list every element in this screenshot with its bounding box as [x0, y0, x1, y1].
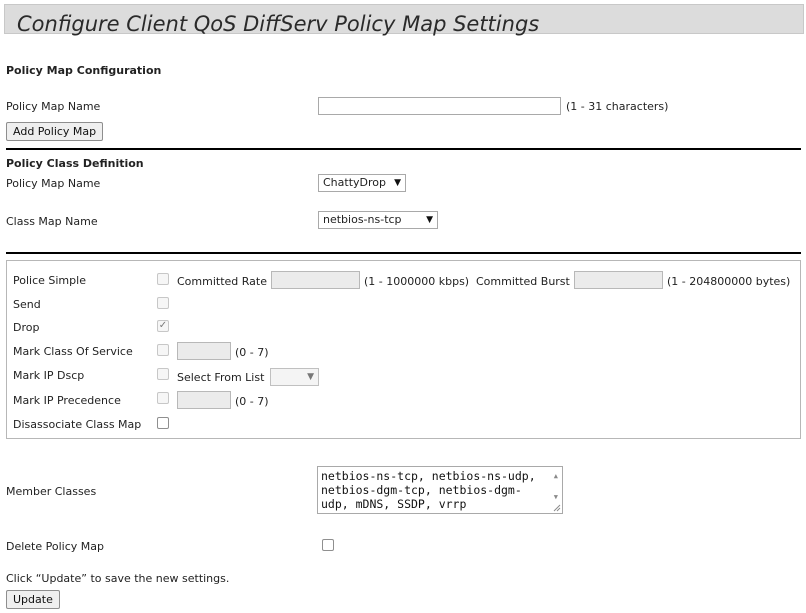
- mark-cos-label: Mark Class Of Service: [13, 345, 133, 358]
- mark-ip-precedence-checkbox[interactable]: [157, 392, 169, 404]
- committed-rate-input[interactable]: [271, 271, 360, 289]
- send-label: Send: [13, 298, 41, 311]
- committed-rate-hint: (1 - 1000000 kbps): [364, 275, 470, 288]
- checkmark-icon: ✓: [158, 320, 168, 331]
- scroll-down-icon[interactable]: ▼: [554, 490, 558, 504]
- add-policy-map-button[interactable]: Add Policy Map: [6, 122, 104, 141]
- police-simple-checkbox[interactable]: [157, 273, 169, 285]
- scroll-up-icon[interactable]: ▲: [554, 469, 558, 483]
- policy-map-name-hint: (1 - 31 characters): [566, 100, 669, 113]
- member-classes-value: netbios-ns-tcp, netbios-ns-udp, netbios-…: [321, 469, 536, 511]
- committed-burst-input[interactable]: [574, 271, 663, 289]
- committed-rate-label: Committed Rate: [177, 275, 267, 288]
- class-map-name-select[interactable]: netbios-ns-tcp ▼: [318, 211, 438, 229]
- policy-map-name-select[interactable]: ChattyDrop ▼: [318, 174, 406, 192]
- chevron-down-icon: ▼: [394, 178, 401, 188]
- disassociate-class-map-label: Disassociate Class Map: [13, 418, 142, 431]
- page-header: Configure Client QoS DiffServ Policy Map…: [4, 4, 804, 36]
- policy-map-name-label: Policy Map Name: [6, 100, 101, 113]
- section-divider: [6, 148, 801, 150]
- member-classes-label: Member Classes: [6, 485, 97, 498]
- delete-policy-map-checkbox[interactable]: [322, 539, 334, 551]
- select-from-list-label: Select From List: [177, 371, 265, 384]
- member-classes-textarea[interactable]: netbios-ns-tcp, netbios-ns-udp, netbios-…: [317, 466, 563, 514]
- section-heading-policy-class-definition: Policy Class Definition: [6, 157, 144, 170]
- mark-ip-precedence-input[interactable]: [177, 391, 231, 409]
- disassociate-class-map-checkbox[interactable]: [157, 417, 169, 429]
- class-map-name-label: Class Map Name: [6, 215, 98, 228]
- mark-ip-dscp-select[interactable]: ▼: [270, 368, 319, 386]
- section-divider: [6, 252, 801, 254]
- police-simple-label: Police Simple: [13, 274, 86, 287]
- mark-cos-checkbox[interactable]: [157, 344, 169, 356]
- mark-ip-precedence-hint: (0 - 7): [235, 395, 269, 408]
- send-checkbox[interactable]: [157, 297, 169, 309]
- resize-grip-icon[interactable]: [553, 504, 561, 512]
- class-map-name-selected: netbios-ns-tcp: [323, 213, 402, 226]
- mark-ip-dscp-label: Mark IP Dscp: [13, 369, 85, 382]
- update-instructions: Click “Update” to save the new settings.: [6, 572, 230, 585]
- mark-ip-dscp-checkbox[interactable]: [157, 368, 169, 380]
- section-heading-policy-map-configuration: Policy Map Configuration: [6, 64, 162, 77]
- mark-ip-precedence-label: Mark IP Precedence: [13, 394, 121, 407]
- page-title: Configure Client QoS DiffServ Policy Map…: [17, 12, 540, 36]
- drop-checkbox[interactable]: ✓: [157, 320, 169, 332]
- chevron-down-icon: ▼: [426, 215, 433, 225]
- delete-policy-map-label: Delete Policy Map: [6, 540, 104, 553]
- policy-map-name-selected: ChattyDrop: [323, 176, 386, 189]
- policy-map-name-input[interactable]: [318, 97, 561, 115]
- update-button[interactable]: Update: [6, 590, 60, 609]
- drop-label: Drop: [13, 321, 40, 334]
- committed-burst-label: Committed Burst: [476, 275, 570, 288]
- mark-cos-input[interactable]: [177, 342, 231, 360]
- chevron-down-icon: ▼: [307, 372, 314, 382]
- policy-class-map-name-label: Policy Map Name: [6, 177, 101, 190]
- mark-cos-hint: (0 - 7): [235, 346, 269, 359]
- committed-burst-hint: (1 - 204800000 bytes): [667, 275, 791, 288]
